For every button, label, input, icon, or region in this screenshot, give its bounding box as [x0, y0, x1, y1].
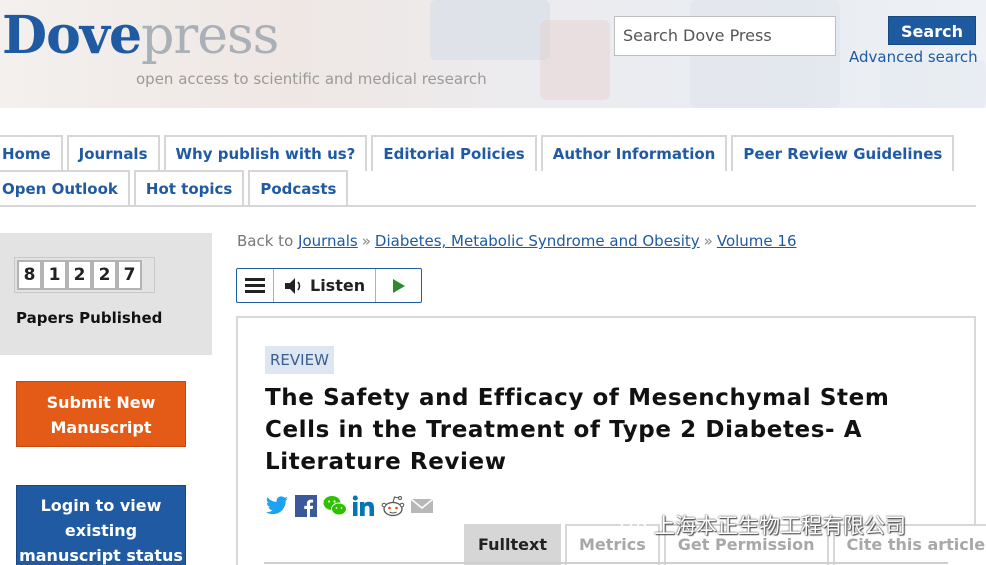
article-type-badge: REVIEW: [265, 346, 334, 374]
breadcrumb-separator: »: [703, 232, 713, 250]
counter-digit: 2: [92, 260, 117, 290]
site-tagline: open access to scientific and medical re…: [136, 70, 487, 88]
dovepress-logo[interactable]: Dovepress: [2, 5, 279, 67]
counter-digit: 2: [67, 260, 92, 290]
play-button[interactable]: [376, 269, 421, 302]
wechat-icon[interactable]: [322, 494, 348, 518]
breadcrumb-separator: »: [361, 232, 371, 250]
header-decoration: [430, 0, 550, 60]
counter-digit: 1: [42, 260, 67, 290]
nav-home[interactable]: Home: [0, 135, 63, 171]
nav-peer-review-guidelines[interactable]: Peer Review Guidelines: [731, 135, 955, 171]
watermark-text: 上海本正生物工程有限公司: [654, 514, 906, 538]
share-bar: [264, 494, 435, 518]
breadcrumb-prefix: Back to: [237, 232, 294, 250]
submit-manuscript-button[interactable]: Submit New Manuscript: [16, 381, 186, 447]
main-nav-row-2: Open Outlook Hot topics Podcasts: [0, 170, 352, 206]
papers-counter-box: 8 1 2 2 7 Papers Published: [0, 233, 212, 355]
speaker-icon: [285, 277, 301, 294]
twitter-icon[interactable]: [264, 494, 290, 518]
advanced-search-link[interactable]: Advanced search: [849, 48, 978, 66]
play-icon: [392, 278, 405, 293]
wechat-watermark-icon: [620, 513, 647, 536]
breadcrumb-volume[interactable]: Volume 16: [717, 232, 797, 250]
watermark: 上海本正生物工程有限公司: [620, 510, 906, 540]
email-icon[interactable]: [409, 494, 435, 518]
nav-why-publish[interactable]: Why publish with us?: [163, 135, 368, 171]
search-button[interactable]: Search: [888, 16, 976, 45]
tabs-divider: [264, 562, 948, 564]
facebook-icon[interactable]: [293, 494, 319, 518]
linkedin-icon[interactable]: [351, 494, 377, 518]
breadcrumb: Back to Journals» Diabetes, Metabolic Syn…: [237, 232, 797, 250]
logo-sub: press: [141, 6, 279, 66]
breadcrumb-journal[interactable]: Diabetes, Metabolic Syndrome and Obesity: [375, 232, 700, 250]
listen-toolbar: Listen: [236, 268, 422, 303]
nav-open-outlook[interactable]: Open Outlook: [0, 170, 130, 206]
counter-digit: 7: [117, 260, 142, 290]
menu-icon[interactable]: [237, 269, 274, 302]
nav-editorial-policies[interactable]: Editorial Policies: [371, 135, 537, 171]
listen-label: Listen: [310, 276, 366, 295]
tab-fulltext[interactable]: Fulltext: [464, 524, 561, 565]
search-input[interactable]: Search Dove Press: [614, 16, 836, 56]
main-nav-row-1: Home Journals Why publish with us? Edito…: [0, 135, 958, 171]
papers-counter: 8 1 2 2 7: [17, 260, 142, 290]
listen-button[interactable]: Listen: [274, 269, 376, 302]
article-title: The Safety and Efficacy of Mesenchymal S…: [265, 385, 890, 475]
header-decoration: [540, 20, 610, 100]
reddit-icon[interactable]: [380, 494, 406, 518]
nav-divider: [0, 205, 976, 207]
logo-main: Dove: [2, 5, 142, 66]
nav-author-information[interactable]: Author Information: [540, 135, 728, 171]
site-header: Dovepress open access to scientific and …: [0, 0, 986, 108]
nav-hot-topics[interactable]: Hot topics: [133, 170, 245, 206]
nav-podcasts[interactable]: Podcasts: [248, 170, 349, 206]
header-decoration: [880, 60, 986, 108]
login-view-manuscript-button[interactable]: Login to view existing manuscript status: [16, 485, 186, 565]
counter-digit: 8: [17, 260, 42, 290]
papers-published-label: Papers Published: [16, 309, 163, 327]
nav-journals[interactable]: Journals: [66, 135, 160, 171]
breadcrumb-journals[interactable]: Journals: [298, 232, 358, 250]
